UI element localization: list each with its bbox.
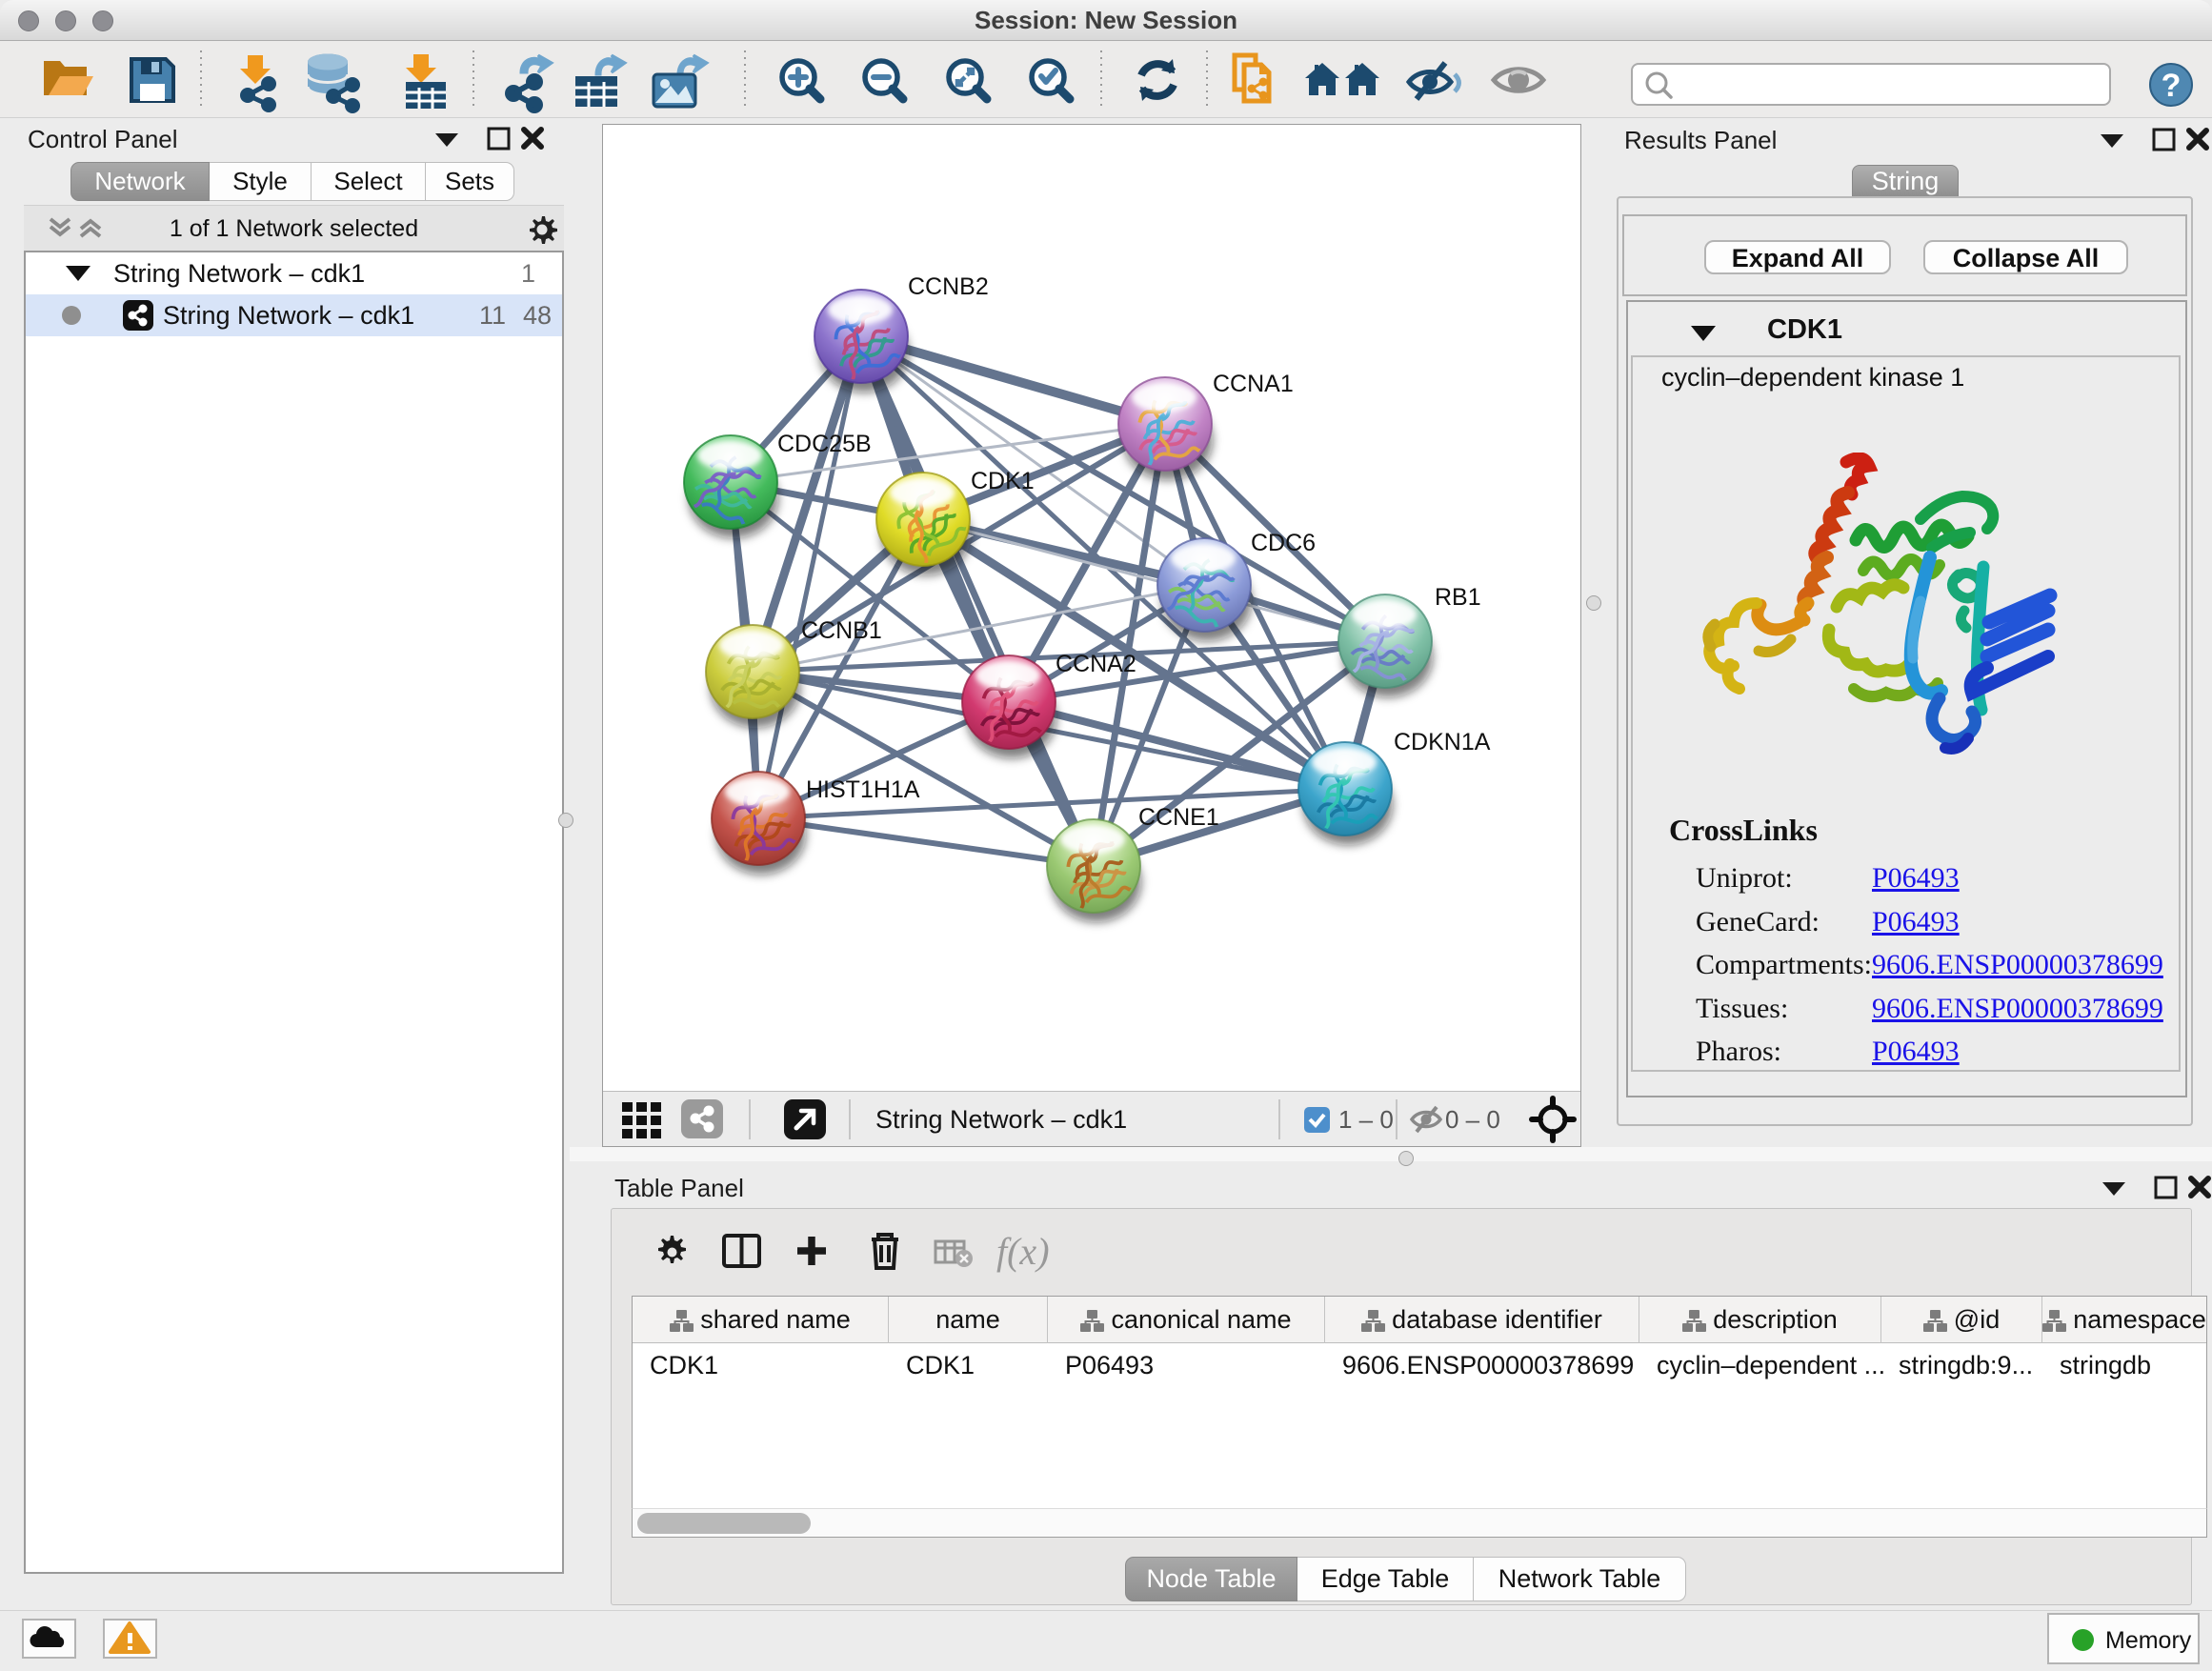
svg-text:CCNA1: CCNA1 (1213, 371, 1294, 397)
svg-text:CDKN1A: CDKN1A (1394, 729, 1491, 755)
svg-text:CDC6: CDC6 (1251, 530, 1316, 556)
svg-text:CCNB1: CCNB1 (801, 617, 882, 644)
svg-text:0 – 0: 0 – 0 (1445, 1105, 1500, 1134)
svg-text:CDC25B: CDC25B (777, 431, 872, 457)
svg-text:?: ? (2162, 68, 2182, 104)
svg-text:RB1: RB1 (1435, 584, 1481, 611)
svg-text:CCNA2: CCNA2 (1056, 651, 1136, 677)
svg-text:1 – 0: 1 – 0 (1338, 1105, 1394, 1134)
svg-text:HIST1H1A: HIST1H1A (806, 776, 920, 803)
svg-text:CCNB2: CCNB2 (908, 273, 989, 300)
svg-text:String Network – cdk1: String Network – cdk1 (875, 1105, 1127, 1134)
svg-text:f(x): f(x) (996, 1230, 1050, 1273)
svg-text:CCNE1: CCNE1 (1138, 804, 1219, 831)
svg-text:CDK1: CDK1 (971, 468, 1035, 494)
